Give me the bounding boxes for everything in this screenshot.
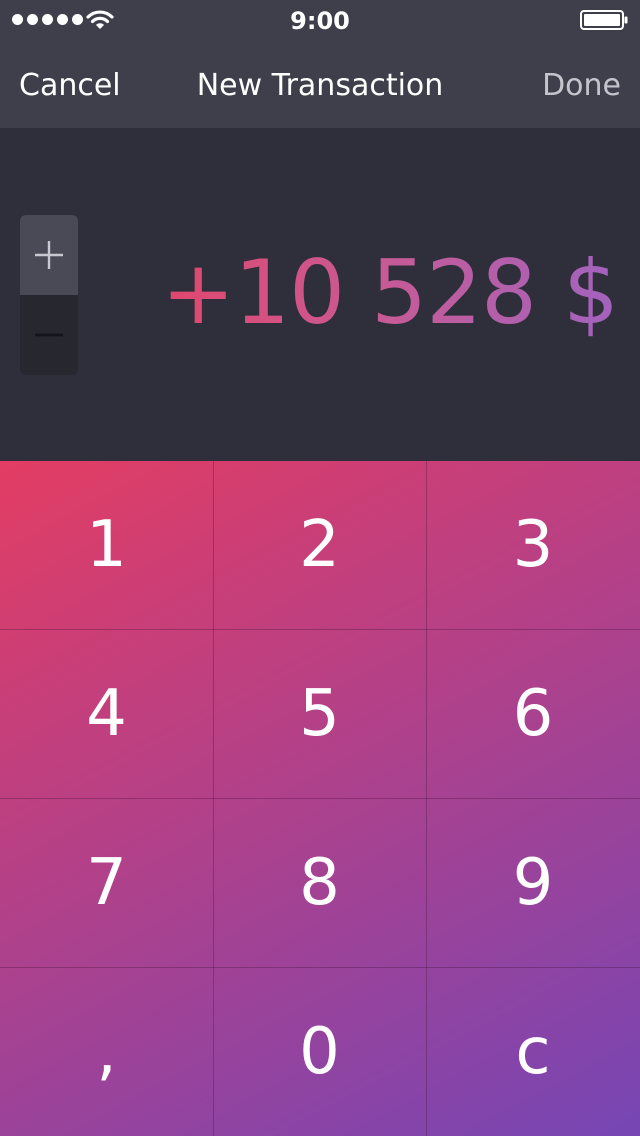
key-5[interactable]: 5	[213, 629, 426, 798]
numeric-keypad: 1 2 3 4 5 6 7 8 9 , 0 c	[0, 461, 640, 1136]
amount-display: +10 528 $	[0, 128, 640, 461]
sign-minus-button[interactable]	[20, 295, 78, 375]
key-4[interactable]: 4	[0, 629, 213, 798]
status-bar: 9:00	[0, 0, 640, 40]
key-7[interactable]: 7	[0, 798, 213, 967]
transaction-amount: +10 528 $	[161, 238, 619, 348]
new-transaction-screen: 9:00 Cancel New Transaction Done +10 528…	[0, 0, 640, 1136]
top-chrome: 9:00 Cancel New Transaction Done	[0, 0, 640, 128]
sign-toggle[interactable]	[20, 215, 78, 375]
key-2[interactable]: 2	[213, 461, 426, 629]
key-clear[interactable]: c	[426, 967, 640, 1136]
cancel-button[interactable]: Cancel	[19, 66, 121, 106]
minus-icon	[35, 333, 63, 337]
done-button[interactable]: Done	[542, 66, 621, 106]
navigation-bar: Cancel New Transaction Done	[0, 40, 640, 128]
sign-plus-button[interactable]	[20, 215, 78, 295]
plus-icon	[35, 241, 63, 269]
battery-icon	[580, 10, 628, 30]
key-0[interactable]: 0	[213, 967, 426, 1136]
status-time: 9:00	[290, 7, 350, 35]
key-decimal-comma[interactable]: ,	[0, 967, 213, 1136]
key-8[interactable]: 8	[213, 798, 426, 967]
key-1[interactable]: 1	[0, 461, 213, 629]
key-9[interactable]: 9	[426, 798, 640, 967]
key-6[interactable]: 6	[426, 629, 640, 798]
key-3[interactable]: 3	[426, 461, 640, 629]
